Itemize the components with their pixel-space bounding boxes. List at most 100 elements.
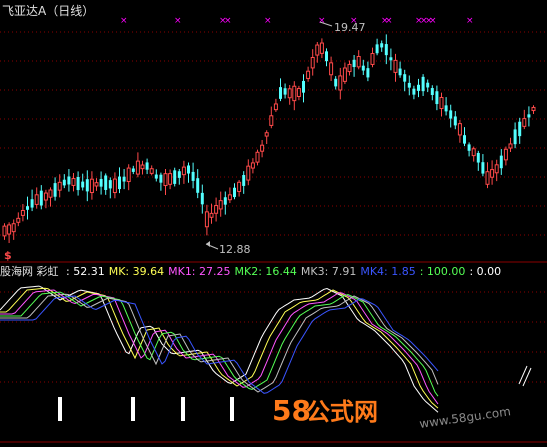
candlestick[interactable]: [522, 109, 527, 130]
candlestick[interactable]: [389, 48, 393, 71]
candlestick[interactable]: [85, 170, 89, 202]
candlestick[interactable]: [287, 84, 292, 105]
candlestick[interactable]: [347, 60, 352, 76]
candlestick[interactable]: [463, 127, 466, 147]
candlestick[interactable]: [471, 146, 476, 162]
candlestick[interactable]: [191, 162, 195, 189]
candlestick[interactable]: [89, 171, 94, 200]
candlestick[interactable]: [366, 61, 370, 82]
candlestick[interactable]: [503, 146, 508, 166]
candlestick[interactable]: [16, 212, 21, 227]
candlestick[interactable]: [122, 169, 126, 190]
candlestick[interactable]: [407, 75, 411, 96]
candlestick[interactable]: [43, 189, 48, 209]
candlestick[interactable]: [214, 197, 219, 222]
candlestick[interactable]: [279, 78, 282, 102]
candlestick[interactable]: [439, 92, 444, 117]
candlestick[interactable]: [302, 74, 305, 103]
candlestick[interactable]: [149, 165, 154, 176]
candlestick[interactable]: [177, 168, 181, 185]
candlestick[interactable]: [398, 61, 402, 78]
candlestick[interactable]: [57, 174, 62, 198]
candlestick[interactable]: [181, 160, 186, 184]
candlestick[interactable]: [227, 187, 232, 204]
candlestick[interactable]: [250, 158, 255, 174]
candlestick[interactable]: [112, 172, 117, 199]
candlestick[interactable]: [108, 177, 112, 199]
candlestick[interactable]: [417, 78, 420, 98]
candlestick[interactable]: [494, 159, 499, 182]
candlestick[interactable]: [531, 105, 536, 115]
candlestick[interactable]: [246, 159, 251, 186]
candlestick[interactable]: [449, 104, 453, 128]
candlestick[interactable]: [154, 169, 158, 182]
candlestick[interactable]: [412, 85, 416, 100]
candlestick[interactable]: [99, 171, 103, 195]
candlestick[interactable]: [118, 167, 121, 194]
candlestick[interactable]: [375, 38, 379, 56]
candlestick[interactable]: [223, 191, 227, 215]
candlestick[interactable]: [527, 106, 531, 127]
candlestick[interactable]: [444, 97, 448, 116]
candlestick[interactable]: [481, 154, 485, 177]
candlestick[interactable]: [361, 59, 365, 76]
candlestick[interactable]: [435, 85, 439, 111]
candlestick[interactable]: [2, 223, 7, 240]
candlestick[interactable]: [76, 171, 80, 196]
candlestick[interactable]: [356, 50, 361, 70]
candlestick[interactable]: [26, 196, 29, 220]
candlestick[interactable]: [329, 56, 334, 81]
candlestick[interactable]: [430, 85, 434, 101]
candlestick[interactable]: [126, 164, 131, 191]
candlestick[interactable]: [421, 74, 425, 96]
candlestick[interactable]: [173, 167, 177, 187]
candlestick[interactable]: [168, 169, 173, 190]
candlestick[interactable]: [135, 152, 140, 178]
candlestick[interactable]: [490, 160, 495, 185]
candlestick[interactable]: [200, 184, 204, 214]
candlestick[interactable]: [306, 66, 311, 82]
candlestick[interactable]: [453, 111, 457, 130]
candlestick[interactable]: [467, 142, 471, 157]
candlestick[interactable]: [273, 98, 278, 112]
candlestick[interactable]: [34, 187, 39, 209]
candlestick[interactable]: [338, 67, 343, 100]
candlestick[interactable]: [94, 178, 99, 191]
candlestick[interactable]: [310, 49, 315, 76]
candlestick[interactable]: [380, 40, 384, 52]
candlestick[interactable]: [48, 187, 53, 207]
candlestick[interactable]: [325, 48, 328, 67]
candlestick[interactable]: [145, 158, 149, 175]
candlestick[interactable]: [242, 171, 246, 194]
chart-canvas[interactable]: × × ×× × × × ×× ×××× × 19.47 12.88 $ 58 公式网 www.…: [0, 0, 547, 447]
candlestick[interactable]: [67, 169, 71, 192]
candlestick[interactable]: [370, 47, 375, 68]
candlestick[interactable]: [499, 149, 503, 175]
candlestick[interactable]: [81, 173, 85, 191]
candlestick[interactable]: [237, 180, 242, 197]
candlestick[interactable]: [255, 149, 260, 166]
candlestick[interactable]: [209, 203, 214, 224]
candlestick[interactable]: [457, 120, 462, 143]
candlestick[interactable]: [233, 183, 236, 200]
candlestick[interactable]: [204, 204, 209, 236]
candlestick[interactable]: [393, 53, 398, 82]
candlestick[interactable]: [11, 219, 16, 240]
candlestick[interactable]: [403, 69, 407, 92]
candlestick[interactable]: [296, 85, 301, 101]
candlestick[interactable]: [292, 81, 297, 111]
candlestick[interactable]: [196, 169, 200, 199]
candlestick[interactable]: [315, 41, 320, 63]
candlestick[interactable]: [187, 162, 190, 183]
candlestick[interactable]: [53, 177, 57, 201]
candlestick[interactable]: [163, 168, 168, 195]
candlestick[interactable]: [7, 222, 12, 244]
candlestick[interactable]: [140, 160, 145, 175]
candlestick[interactable]: [62, 174, 66, 189]
candlestick[interactable]: [260, 139, 265, 158]
candlestick[interactable]: [518, 117, 522, 144]
candlestick[interactable]: [352, 55, 356, 77]
candlestick[interactable]: [508, 137, 513, 152]
candlestick[interactable]: [20, 204, 25, 222]
candlestick[interactable]: [513, 122, 517, 149]
